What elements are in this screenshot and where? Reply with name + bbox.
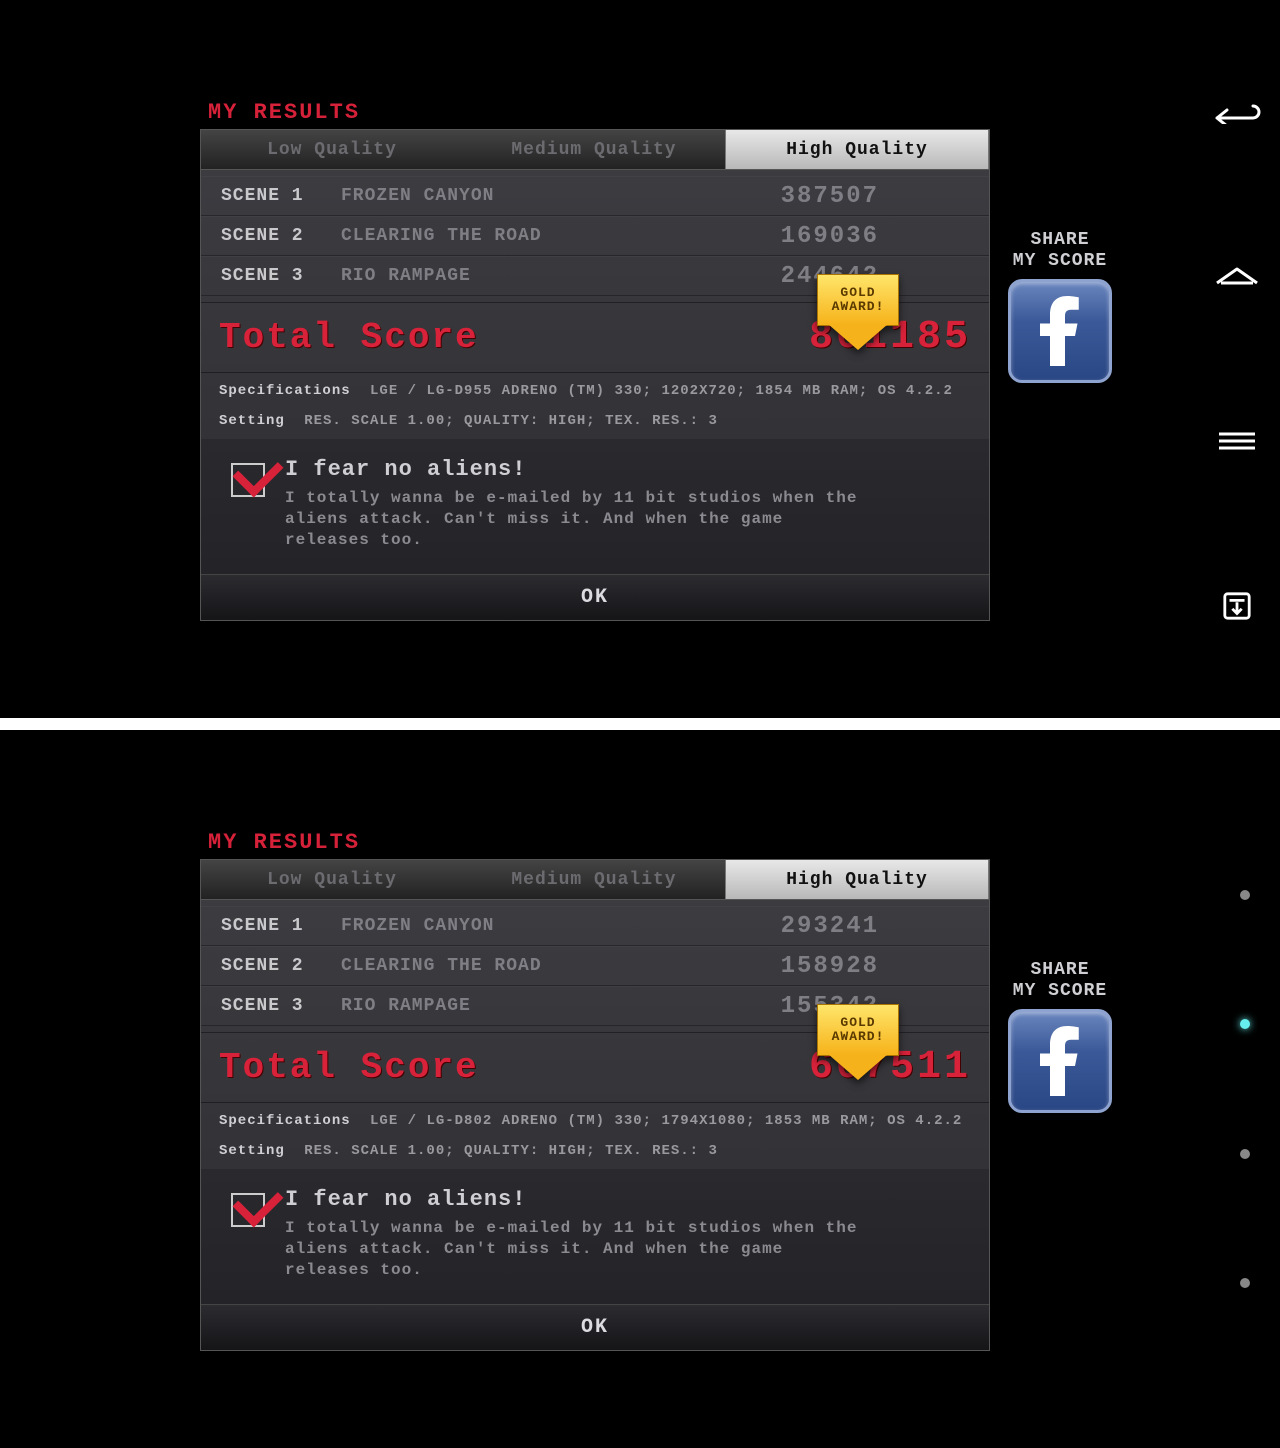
optin-text: I fear no aliens! I totally wanna be e-m…: [285, 457, 865, 550]
optin-title: I fear no aliens!: [285, 1187, 865, 1212]
nav-dot-active[interactable]: [1240, 1019, 1250, 1029]
scene-score: 169036: [729, 223, 879, 250]
scene-row: SCENE 1 FROZEN CANYON 387507: [201, 176, 989, 216]
scene-score: 158928: [729, 953, 879, 980]
optin-body: I totally wanna be e-mailed by 11 bit st…: [285, 488, 865, 550]
specs-label: Specifications: [219, 1113, 351, 1129]
results-panel: Low Quality Medium Quality High Quality …: [200, 129, 990, 621]
scene-score: 293241: [729, 913, 879, 940]
setting-row: Setting RES. SCALE 1.00; QUALITY: HIGH; …: [201, 409, 989, 439]
share-label: SHAREMY SCORE: [1000, 230, 1120, 271]
scene-name: CLEARING THE ROAD: [341, 226, 729, 246]
optin-checkbox[interactable]: [231, 463, 265, 497]
specs-label: Specifications: [219, 383, 351, 399]
optin-text: I fear no aliens! I totally wanna be e-m…: [285, 1187, 865, 1280]
tab-low-quality[interactable]: Low Quality: [201, 130, 463, 169]
download-icon[interactable]: [1213, 586, 1261, 626]
total-score: 801185: [809, 315, 971, 360]
setting-label: Setting: [219, 1143, 285, 1159]
scene-score: 244642: [729, 263, 879, 290]
setting-label: Setting: [219, 413, 285, 429]
scene-name: CLEARING THE ROAD: [341, 956, 729, 976]
tab-medium-quality[interactable]: Medium Quality: [463, 860, 725, 899]
scene-row: SCENE 2 CLEARING THE ROAD 169036: [201, 216, 989, 256]
scene-row: SCENE 1 FROZEN CANYON 293241: [201, 906, 989, 946]
scene-score: 387507: [729, 183, 879, 210]
optin-title: I fear no aliens!: [285, 457, 865, 482]
screenshot-2: MY RESULTS Low Quality Medium Quality Hi…: [0, 730, 1280, 1448]
setting-row: Setting RES. SCALE 1.00; QUALITY: HIGH; …: [201, 1139, 989, 1169]
results-panel-wrap: MY RESULTS Low Quality Medium Quality Hi…: [200, 100, 990, 631]
scene-label: SCENE 3: [221, 996, 341, 1016]
back-icon[interactable]: [1213, 92, 1261, 132]
optin-row: I fear no aliens! I totally wanna be e-m…: [201, 439, 989, 574]
ok-button[interactable]: OK: [201, 1304, 989, 1350]
optin-checkbox[interactable]: [231, 1193, 265, 1227]
share-block[interactable]: SHAREMY SCORE: [1000, 960, 1120, 1113]
setting-value: RES. SCALE 1.00; QUALITY: HIGH; TEX. RES…: [304, 413, 718, 429]
scene-row: SCENE 3 RIO RAMPAGE 244642: [201, 256, 989, 296]
facebook-icon[interactable]: [1008, 279, 1112, 383]
nav-dot[interactable]: [1240, 1149, 1250, 1159]
share-block[interactable]: SHAREMY SCORE: [1000, 230, 1120, 383]
total-score: 607511: [809, 1045, 971, 1090]
system-nav-bar: [1194, 0, 1280, 718]
scene-row: SCENE 2 CLEARING THE ROAD 158928: [201, 946, 989, 986]
quality-tabs: Low Quality Medium Quality High Quality: [201, 130, 989, 170]
panel-shadow: [190, 621, 1000, 631]
tab-low-quality[interactable]: Low Quality: [201, 860, 463, 899]
setting-value: RES. SCALE 1.00; QUALITY: HIGH; TEX. RES…: [304, 1143, 718, 1159]
scene-name: RIO RAMPAGE: [341, 996, 729, 1016]
facebook-icon[interactable]: [1008, 1009, 1112, 1113]
nav-dot[interactable]: [1240, 1278, 1250, 1288]
results-panel: Low Quality Medium Quality High Quality …: [200, 859, 990, 1351]
scene-label: SCENE 1: [221, 916, 341, 936]
share-label: SHAREMY SCORE: [1000, 960, 1120, 1001]
menu-icon[interactable]: [1213, 421, 1261, 461]
specs-row: Specifications LGE / LG-D955 ADRENO (TM)…: [201, 373, 989, 409]
scene-name: FROZEN CANYON: [341, 186, 729, 206]
scene-label: SCENE 1: [221, 186, 341, 206]
scene-label: SCENE 2: [221, 956, 341, 976]
scene-score: 155342: [729, 993, 879, 1020]
total-row: Total Score 801185: [201, 302, 989, 373]
optin-body: I totally wanna be e-mailed by 11 bit st…: [285, 1218, 865, 1280]
scene-row: SCENE 3 RIO RAMPAGE 155342: [201, 986, 989, 1026]
scene-label: SCENE 2: [221, 226, 341, 246]
scene-name: RIO RAMPAGE: [341, 266, 729, 286]
optin-row: I fear no aliens! I totally wanna be e-m…: [201, 1169, 989, 1304]
total-label: Total Score: [219, 1047, 479, 1088]
tab-high-quality[interactable]: High Quality: [725, 130, 989, 169]
specs-value: LGE / LG-D955 ADRENO (TM) 330; 1202X720;…: [370, 383, 953, 399]
tab-high-quality[interactable]: High Quality: [725, 860, 989, 899]
quality-tabs: Low Quality Medium Quality High Quality: [201, 860, 989, 900]
panel-shadow: [190, 1351, 1000, 1361]
ok-button[interactable]: OK: [201, 574, 989, 620]
nav-dot[interactable]: [1240, 890, 1250, 900]
scene-rows: SCENE 1 FROZEN CANYON 293241 SCENE 2 CLE…: [201, 900, 989, 1032]
scene-name: FROZEN CANYON: [341, 916, 729, 936]
screenshot-1: MY RESULTS Low Quality Medium Quality Hi…: [0, 0, 1280, 718]
scene-rows: SCENE 1 FROZEN CANYON 387507 SCENE 2 CLE…: [201, 170, 989, 302]
total-row: Total Score 607511: [201, 1032, 989, 1103]
results-panel-wrap: MY RESULTS Low Quality Medium Quality Hi…: [200, 830, 990, 1361]
specs-value: LGE / LG-D802 ADRENO (TM) 330; 1794X1080…: [370, 1113, 962, 1129]
panel-title: MY RESULTS: [208, 100, 990, 125]
scene-label: SCENE 3: [221, 266, 341, 286]
total-label: Total Score: [219, 317, 479, 358]
tab-medium-quality[interactable]: Medium Quality: [463, 130, 725, 169]
panel-title: MY RESULTS: [208, 830, 990, 855]
specs-row: Specifications LGE / LG-D802 ADRENO (TM)…: [201, 1103, 989, 1139]
home-icon[interactable]: [1213, 257, 1261, 297]
system-nav-dots: [1240, 730, 1250, 1448]
